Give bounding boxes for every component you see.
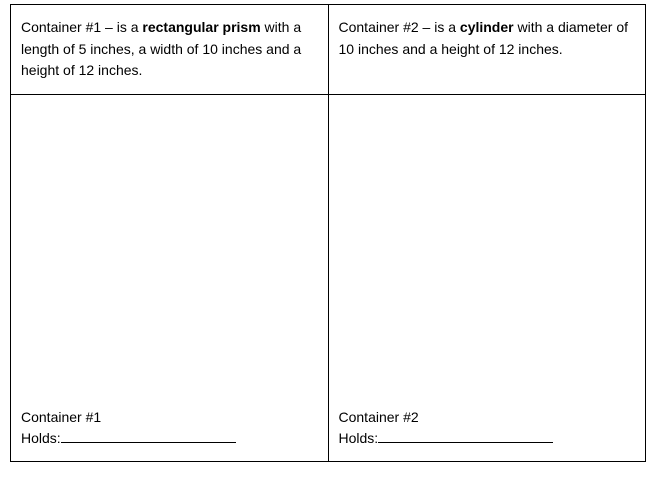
container-2-holds-line: Holds: (339, 428, 636, 449)
container-1-holds-cell: Container #1 Holds: (11, 395, 329, 462)
container-1-description-cell: Container #1 – is a rectangular prism wi… (11, 5, 329, 95)
container-1-work-area (11, 95, 329, 395)
container-2-holds-blank (378, 430, 553, 443)
container-comparison-table: Container #1 – is a rectangular prism wi… (10, 4, 646, 462)
container-1-holds-blank (61, 430, 236, 443)
container-2-description-cell: Container #2 – is a cylinder with a diam… (328, 5, 646, 95)
container-2-shape-term: cylinder (460, 19, 514, 35)
container-1-desc-pre: Container #1 – is a (21, 19, 142, 35)
container-2-desc-pre: Container #2 – is a (339, 19, 460, 35)
container-2-holds-label: Holds: (339, 430, 379, 446)
container-1-holds-line: Holds: (21, 428, 318, 449)
container-1-label: Container #1 (21, 407, 318, 428)
container-1-holds-label: Holds: (21, 430, 61, 446)
container-2-label: Container #2 (339, 407, 636, 428)
container-1-shape-term: rectangular prism (142, 19, 260, 35)
container-2-holds-cell: Container #2 Holds: (328, 395, 646, 462)
container-2-work-area (328, 95, 646, 395)
